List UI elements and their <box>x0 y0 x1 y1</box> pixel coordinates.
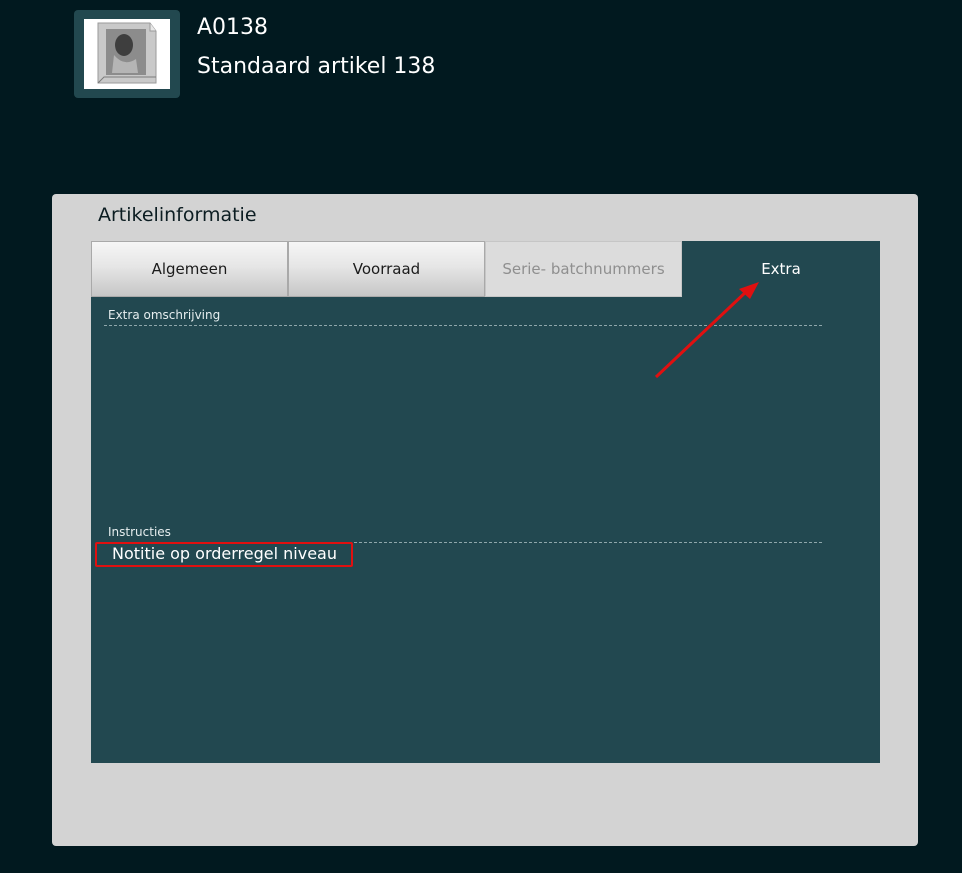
article-code: A0138 <box>197 15 269 40</box>
article-name: Standaard artikel 138 <box>197 54 436 79</box>
tab-algemeen[interactable]: Algemeen <box>91 241 288 297</box>
tab-extra[interactable]: Extra <box>682 241 880 297</box>
tab-serie-batchnummers: Serie- batchnummers <box>485 241 682 297</box>
tab-voorraad[interactable]: Voorraad <box>288 241 485 297</box>
article-info-panel: Artikelinformatie Algemeen Voorraad Seri… <box>52 194 918 846</box>
article-image <box>84 19 170 89</box>
panel-title: Artikelinformatie <box>98 204 257 226</box>
article-thumbnail[interactable] <box>74 10 180 98</box>
instructions-label: Instructies <box>108 525 171 539</box>
tab-bar: Algemeen Voorraad Serie- batchnummers Ex… <box>91 241 880 297</box>
section-divider <box>104 325 822 326</box>
extra-description-label: Extra omschrijving <box>108 308 221 322</box>
tab-content-extra: Extra omschrijving Instructies Notitie o… <box>91 297 880 763</box>
annotation-highlight-box <box>95 542 353 567</box>
